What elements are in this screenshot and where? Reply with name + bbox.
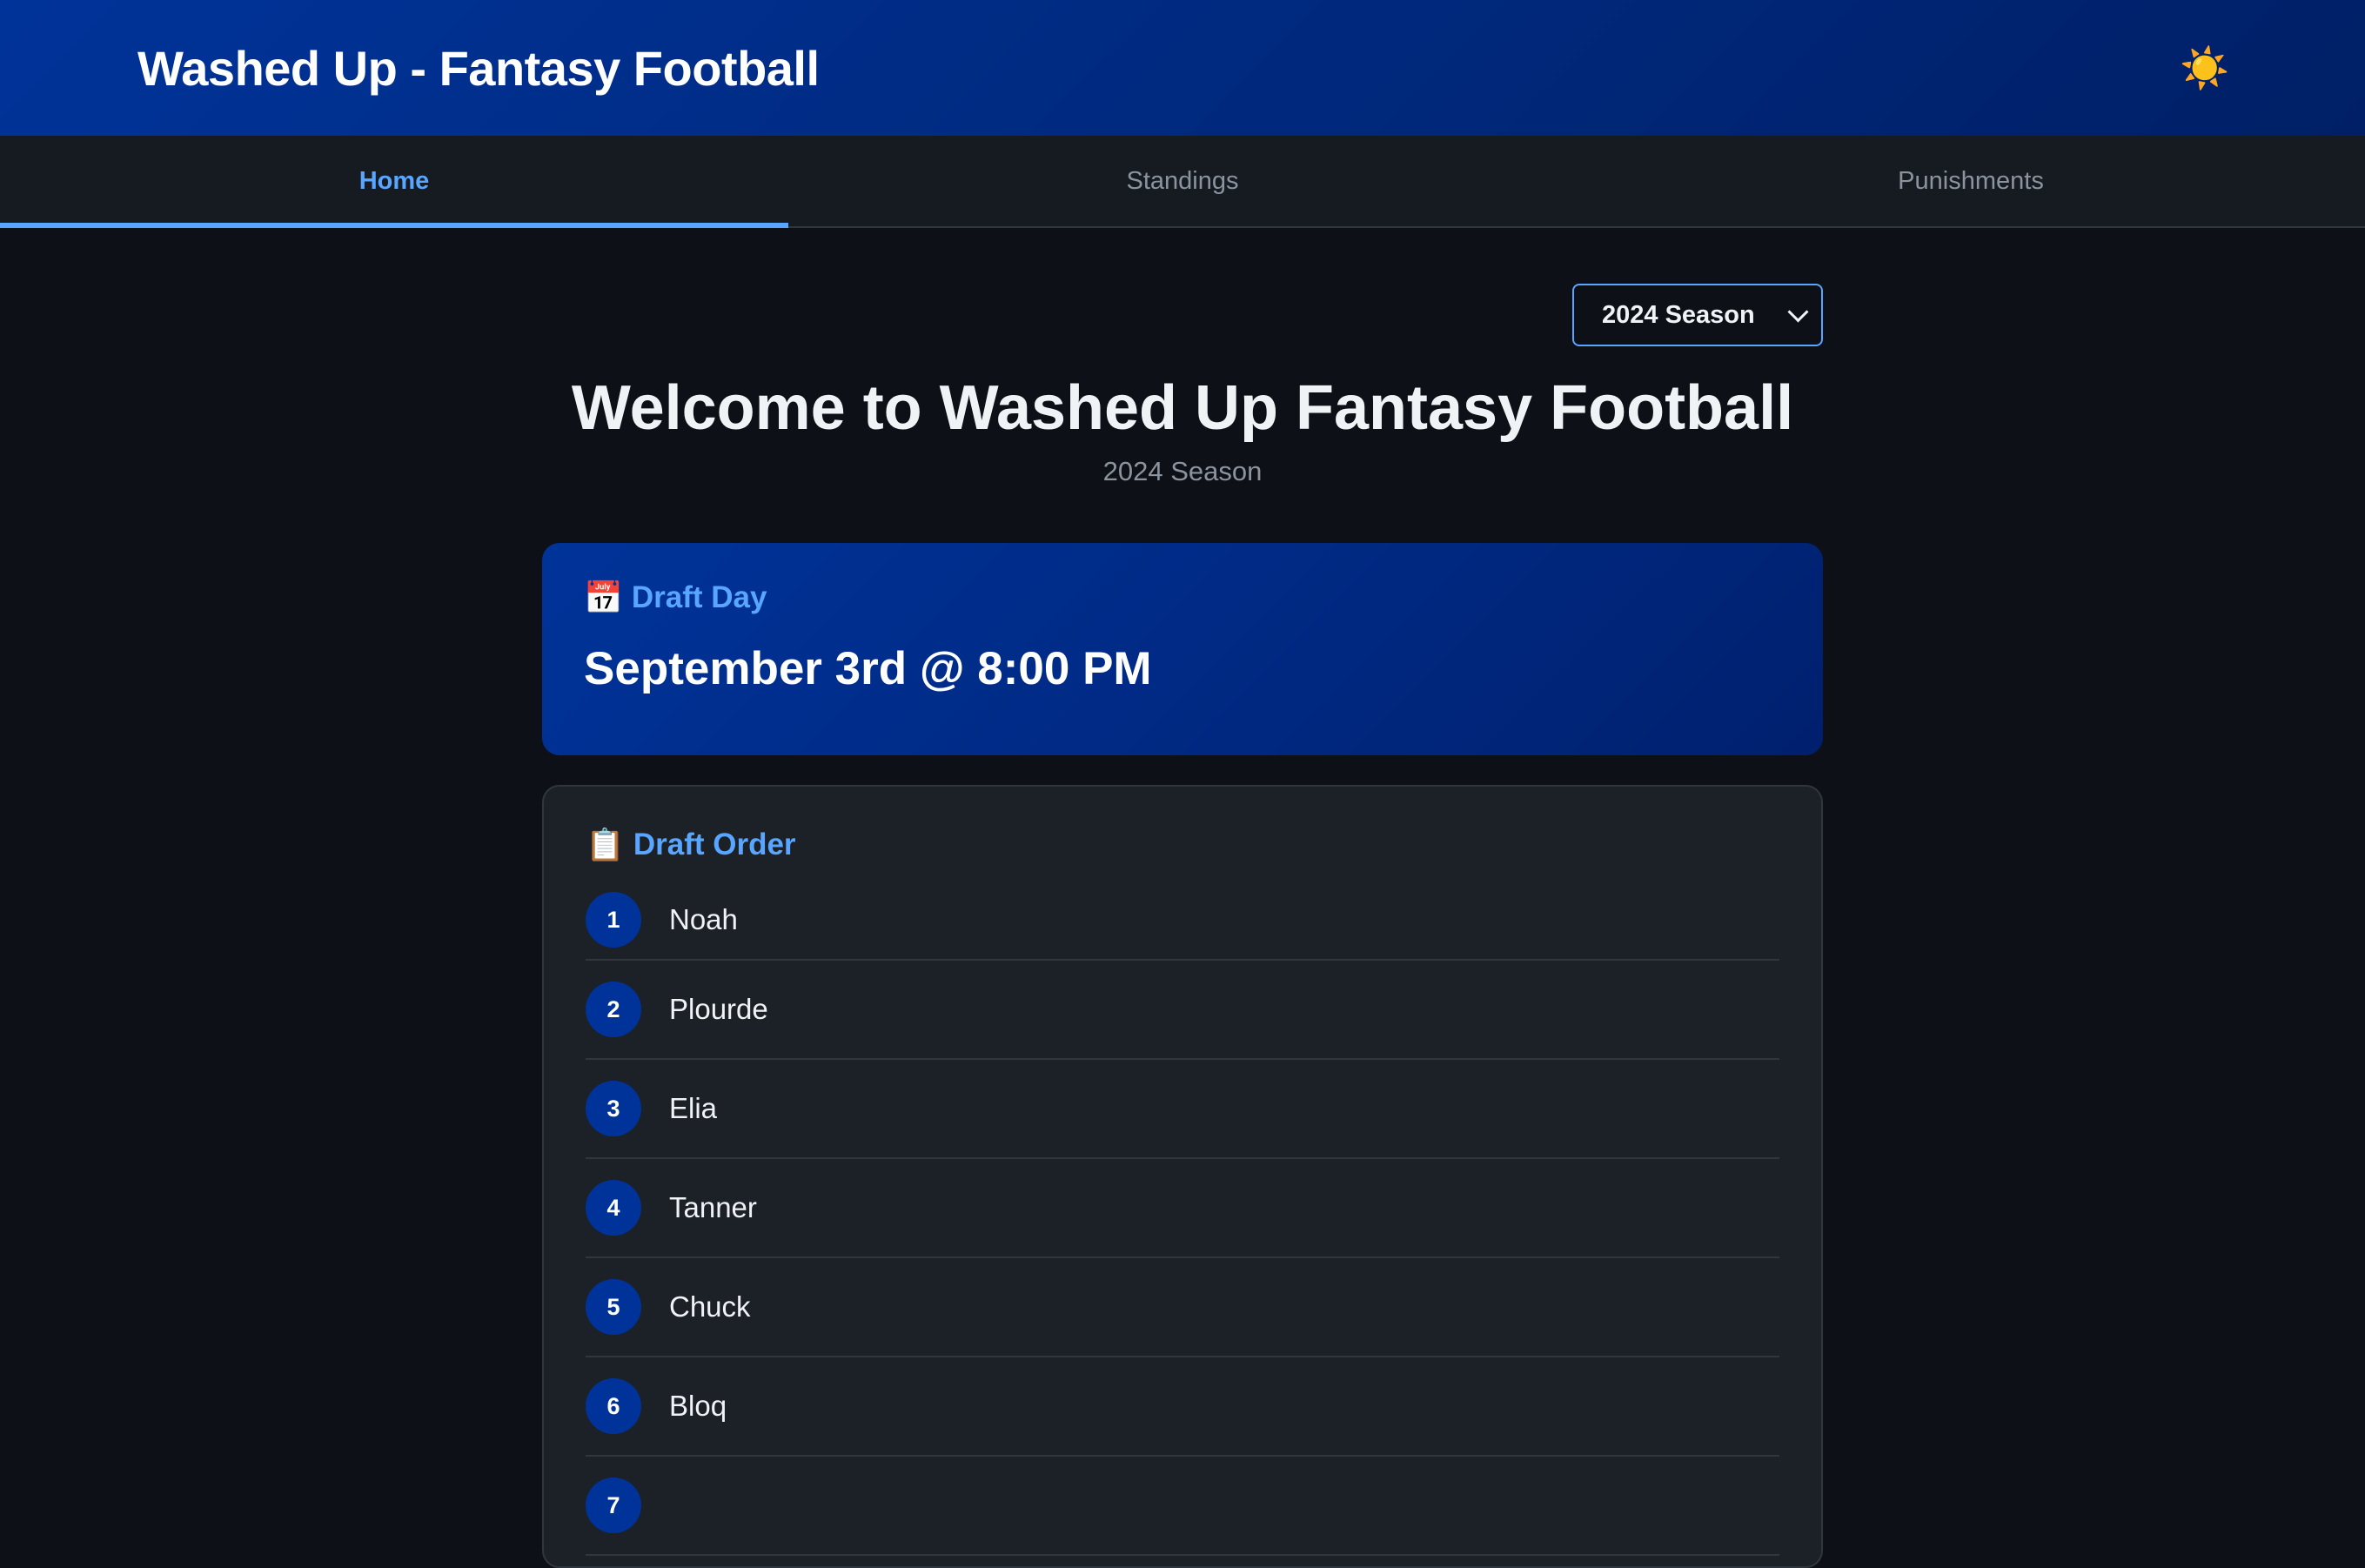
- draft-date: September 3rd @ 8:00 PM: [584, 643, 1152, 694]
- draft-order-list: 1 Noah 2 Plourde 3 Elia 4 Tanner 5 Chuck…: [586, 881, 1779, 1556]
- app-title: Washed Up - Fantasy Football: [137, 40, 820, 96]
- rank-badge: 1: [586, 892, 641, 948]
- tab-home[interactable]: Home: [0, 136, 788, 228]
- draft-day-card: 📅 Draft Day September 3rd @ 8:00 PM: [542, 543, 1823, 755]
- player-name: Tanner: [669, 1191, 757, 1223]
- page-subtitle: 2024 Season: [1102, 456, 1263, 486]
- list-item: 2 Plourde: [586, 961, 1779, 1060]
- rank-badge: 6: [586, 1378, 641, 1434]
- season-select-value: 2024 Season: [1602, 300, 1755, 329]
- draft-order-heading: 📋 Draft Order: [586, 827, 1779, 863]
- rank-badge: 2: [586, 982, 641, 1037]
- draft-order-card: 📋 Draft Order 1 Noah 2 Plourde 3 Elia 4 …: [542, 785, 1823, 1568]
- draft-order-label: Draft Order: [633, 828, 796, 861]
- main-content: 2024 Season Welcome to Washed Up Fantasy…: [542, 228, 1823, 1568]
- draft-day-heading: 📅 Draft Day: [584, 580, 1781, 616]
- rank-badge: 3: [586, 1081, 641, 1136]
- player-name: Bloq: [669, 1390, 727, 1422]
- list-item: 5 Chuck: [586, 1258, 1779, 1357]
- player-name: Noah: [669, 903, 738, 935]
- tab-standings[interactable]: Standings: [788, 136, 1577, 226]
- list-item: 6 Bloq: [586, 1357, 1779, 1457]
- rank-badge: 5: [586, 1279, 641, 1335]
- season-row: 2024 Season: [542, 228, 1823, 346]
- season-select[interactable]: 2024 Season: [1572, 284, 1823, 346]
- tab-punishments[interactable]: Punishments: [1577, 136, 2365, 226]
- list-item: 3 Elia: [586, 1060, 1779, 1159]
- sun-icon[interactable]: ☀️: [2177, 40, 2233, 96]
- list-item: 7: [586, 1457, 1779, 1556]
- chevron-down-icon: [1787, 300, 1809, 323]
- rank-badge: 7: [586, 1478, 641, 1533]
- calendar-icon: 📅: [584, 580, 623, 615]
- draft-day-label: Draft Day: [631, 580, 767, 614]
- player-name: Elia: [669, 1092, 718, 1124]
- list-item: 4 Tanner: [586, 1159, 1779, 1258]
- player-name: Chuck: [669, 1290, 751, 1323]
- rank-badge: 4: [586, 1180, 641, 1236]
- list-item: 1 Noah: [586, 881, 1779, 961]
- clipboard-icon: 📋: [586, 827, 625, 862]
- tab-bar: Home Standings Punishments: [0, 136, 2365, 228]
- player-name: Plourde: [669, 993, 768, 1025]
- page-title: Welcome to Washed Up Fantasy Football: [571, 373, 1794, 443]
- app-header: Washed Up - Fantasy Football ☀️: [0, 0, 2365, 136]
